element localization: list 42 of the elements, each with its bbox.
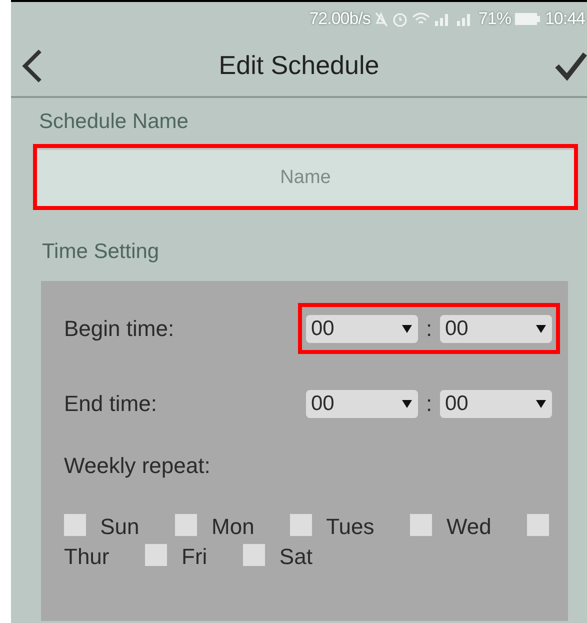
screen-title: Edit Schedule (218, 49, 380, 82)
checkbox[interactable] (243, 544, 266, 566)
field-label: Schedule Name (39, 110, 188, 133)
section-heading: Time Setting (42, 240, 160, 262)
time-label: Begin time: (64, 315, 174, 343)
checkmark-icon (555, 50, 587, 80)
day-label: Sat (279, 544, 312, 569)
time-label: End time: (64, 390, 157, 418)
day-label: Tues (326, 514, 374, 539)
name-input[interactable]: Name (37, 150, 574, 206)
time-separator: : (424, 390, 434, 418)
caret-icon (536, 400, 546, 408)
wifi-icon (412, 12, 430, 26)
checkbox[interactable] (527, 514, 550, 536)
network-speed: 72.00b/s (309, 8, 370, 30)
day-label: Mon (212, 514, 254, 539)
battery-icon (514, 12, 541, 24)
weekly-label: Weekly repeat: (64, 452, 212, 480)
confirm-button[interactable] (555, 50, 587, 80)
time-dropdown[interactable]: 00 (306, 314, 418, 342)
back-button[interactable] (21, 48, 43, 84)
back-icon (21, 48, 43, 84)
time-dropdown[interactable]: 00 (306, 390, 418, 418)
time-separator: : (424, 315, 434, 343)
clock: 10:44 (544, 8, 585, 30)
checkbox[interactable] (410, 514, 432, 536)
time-dropdown[interactable]: 00 (440, 314, 552, 342)
caret-icon (536, 324, 546, 332)
mute-icon (374, 10, 388, 26)
battery-percent: 71% (478, 8, 511, 30)
day-label: Fri (182, 544, 208, 569)
day-label: Thur (64, 544, 110, 569)
caret-icon (402, 400, 412, 408)
checkbox[interactable] (64, 514, 86, 536)
day-label: Sun (100, 514, 140, 539)
checkbox[interactable] (145, 544, 168, 566)
alarm-icon (392, 10, 408, 26)
day-label: Wed (446, 514, 492, 539)
checkbox[interactable] (290, 514, 312, 536)
caret-icon (402, 324, 412, 332)
checkbox[interactable] (175, 514, 198, 536)
time-dropdown[interactable]: 00 (440, 390, 552, 418)
